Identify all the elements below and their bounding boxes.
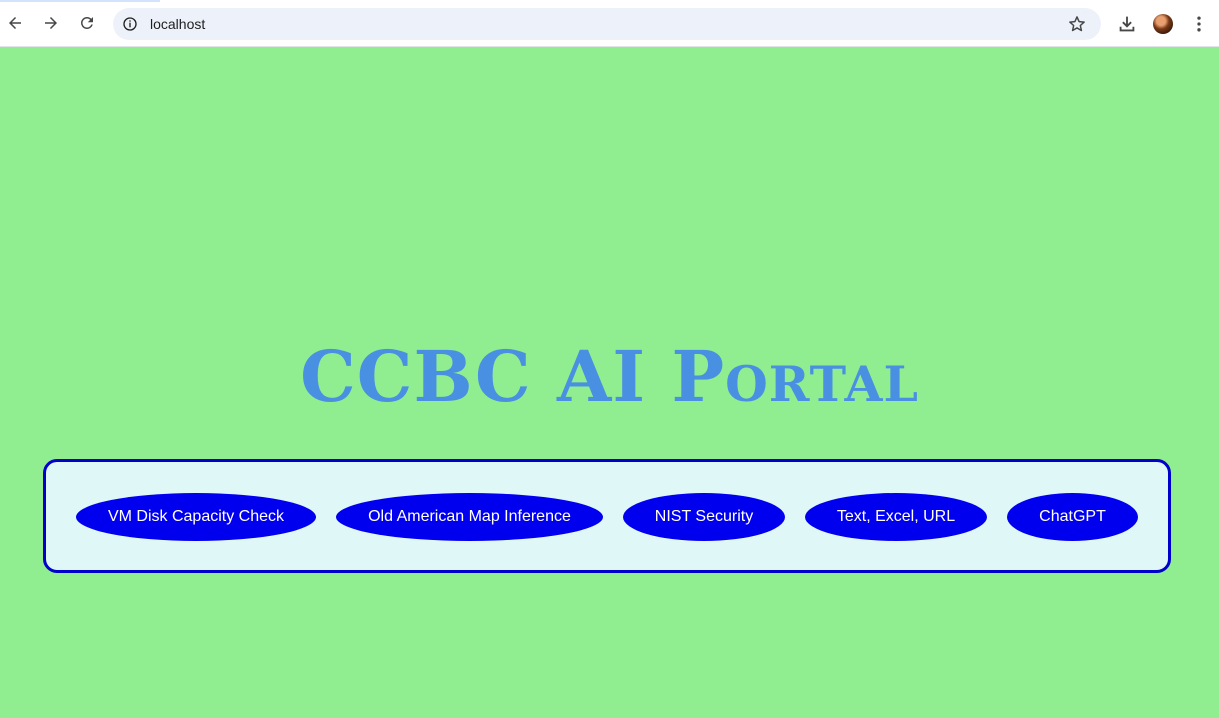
button-panel: VM Disk Capacity Check Old American Map … xyxy=(43,459,1171,573)
nist-security-button[interactable]: NIST Security xyxy=(623,493,785,541)
forward-arrow-icon xyxy=(45,17,57,29)
forward-button[interactable] xyxy=(37,9,65,37)
star-icon[interactable] xyxy=(1067,14,1087,34)
reload-button[interactable] xyxy=(73,9,101,37)
more-vert-icon[interactable] xyxy=(1189,14,1209,34)
info-icon[interactable] xyxy=(122,16,138,32)
back-button[interactable] xyxy=(1,9,29,37)
text-excel-url-button[interactable]: Text, Excel, URL xyxy=(805,493,987,541)
back-arrow-icon xyxy=(9,17,21,29)
old-american-map-inference-button[interactable]: Old American Map Inference xyxy=(336,493,603,541)
address-bar[interactable]: localhost xyxy=(113,8,1101,40)
download-icon[interactable] xyxy=(1116,13,1138,35)
browser-toolbar: localhost xyxy=(0,0,1219,47)
chatgpt-button[interactable]: ChatGPT xyxy=(1007,493,1138,541)
profile-avatar[interactable] xyxy=(1153,14,1173,34)
active-tab-indicator xyxy=(0,0,160,2)
page-title: CCBC AI Portal xyxy=(300,335,919,418)
vm-disk-capacity-check-button[interactable]: VM Disk Capacity Check xyxy=(76,493,316,541)
reload-icon xyxy=(80,16,93,29)
url-text[interactable]: localhost xyxy=(150,16,205,32)
